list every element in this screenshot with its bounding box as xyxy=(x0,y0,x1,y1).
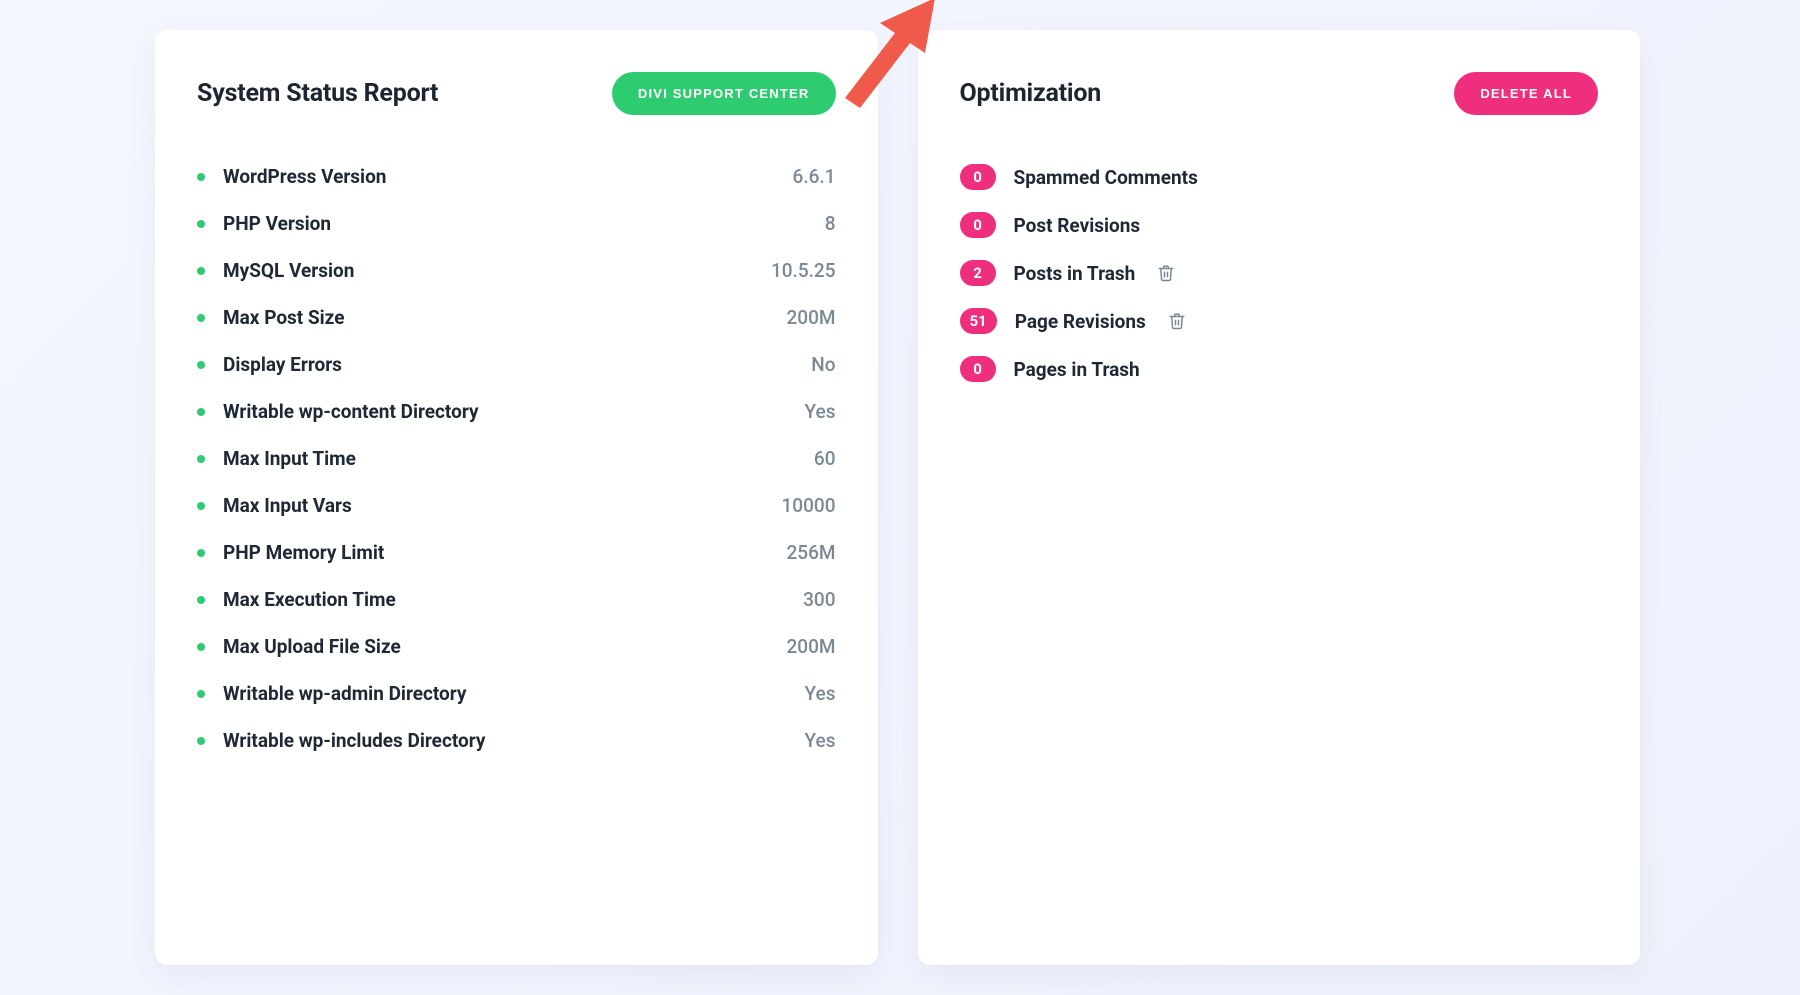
status-dot-icon xyxy=(197,314,205,322)
status-value: 10.5.25 xyxy=(771,259,836,282)
status-row: Max Post Size 200M xyxy=(197,294,836,341)
status-value: Yes xyxy=(805,682,836,705)
status-label: Display Errors xyxy=(223,353,811,376)
count-badge: 0 xyxy=(960,164,996,190)
status-value: 200M xyxy=(786,306,835,329)
status-row: Writable wp-content Directory Yes xyxy=(197,388,836,435)
status-row: Max Execution Time 300 xyxy=(197,576,836,623)
status-value: 10000 xyxy=(782,494,836,517)
status-label: Max Post Size xyxy=(223,306,786,329)
status-label: Max Upload File Size xyxy=(223,635,786,658)
count-badge: 0 xyxy=(960,356,996,382)
status-value: Yes xyxy=(805,729,836,752)
optimization-panel: Optimization Delete All 0 Spammed Commen… xyxy=(918,30,1641,965)
status-value: 300 xyxy=(803,588,835,611)
status-dot-icon xyxy=(197,408,205,416)
status-dot-icon xyxy=(197,690,205,698)
system-status-title: System Status Report xyxy=(197,79,438,108)
status-row: MySQL Version 10.5.25 xyxy=(197,247,836,294)
optimization-row: 0 Post Revisions xyxy=(960,201,1599,249)
status-row: PHP Version 8 xyxy=(197,200,836,247)
divi-support-center-button[interactable]: Divi Support Center xyxy=(612,72,836,115)
count-badge: 2 xyxy=(960,260,996,286)
status-label: Max Execution Time xyxy=(223,588,803,611)
status-label: Writable wp-content Directory xyxy=(223,400,805,423)
panel-header: Optimization Delete All xyxy=(960,72,1599,115)
optimization-title: Optimization xyxy=(960,79,1102,108)
panel-header: System Status Report Divi Support Center xyxy=(197,72,836,115)
status-value: 8 xyxy=(825,212,836,235)
status-row: Max Upload File Size 200M xyxy=(197,623,836,670)
status-dot-icon xyxy=(197,549,205,557)
status-label: WordPress Version xyxy=(223,165,793,188)
status-row: Display Errors No xyxy=(197,341,836,388)
count-badge: 0 xyxy=(960,212,996,238)
trash-icon[interactable] xyxy=(1164,308,1190,334)
status-value: Yes xyxy=(805,400,836,423)
optimization-label: Spammed Comments xyxy=(1014,166,1198,189)
optimization-label: Posts in Trash xyxy=(1014,262,1136,285)
status-label: MySQL Version xyxy=(223,259,771,282)
status-dot-icon xyxy=(197,502,205,510)
status-row: PHP Memory Limit 256M xyxy=(197,529,836,576)
optimization-row: 0 Pages in Trash xyxy=(960,345,1599,393)
optimization-label: Post Revisions xyxy=(1014,214,1141,237)
status-dot-icon xyxy=(197,267,205,275)
status-label: Max Input Time xyxy=(223,447,814,470)
status-dot-icon xyxy=(197,361,205,369)
status-row: Max Input Vars 10000 xyxy=(197,482,836,529)
status-label: PHP Version xyxy=(223,212,825,235)
status-row: WordPress Version 6.6.1 xyxy=(197,153,836,200)
status-value: 200M xyxy=(786,635,835,658)
system-status-panel: System Status Report Divi Support Center… xyxy=(155,30,878,965)
status-value: 60 xyxy=(814,447,836,470)
status-value: 6.6.1 xyxy=(793,165,836,188)
status-dot-icon xyxy=(197,643,205,651)
count-badge: 51 xyxy=(960,308,997,334)
optimization-row: 51 Page Revisions xyxy=(960,297,1599,345)
status-value: 256M xyxy=(786,541,835,564)
status-label: PHP Memory Limit xyxy=(223,541,786,564)
optimization-row: 2 Posts in Trash xyxy=(960,249,1599,297)
status-label: Writable wp-includes Directory xyxy=(223,729,805,752)
optimization-label: Page Revisions xyxy=(1015,310,1146,333)
status-row: Writable wp-includes Directory Yes xyxy=(197,717,836,764)
status-dot-icon xyxy=(197,173,205,181)
optimization-row: 0 Spammed Comments xyxy=(960,153,1599,201)
delete-all-button[interactable]: Delete All xyxy=(1454,72,1598,115)
status-dot-icon xyxy=(197,737,205,745)
trash-icon[interactable] xyxy=(1153,260,1179,286)
status-label: Writable wp-admin Directory xyxy=(223,682,805,705)
status-list: WordPress Version 6.6.1 PHP Version 8 My… xyxy=(197,153,836,764)
status-dot-icon xyxy=(197,220,205,228)
status-row: Writable wp-admin Directory Yes xyxy=(197,670,836,717)
status-value: No xyxy=(811,353,835,376)
status-row: Max Input Time 60 xyxy=(197,435,836,482)
status-dot-icon xyxy=(197,596,205,604)
optimization-list: 0 Spammed Comments 0 Post Revisions 2 Po… xyxy=(960,153,1599,393)
status-label: Max Input Vars xyxy=(223,494,782,517)
status-dot-icon xyxy=(197,455,205,463)
optimization-label: Pages in Trash xyxy=(1014,358,1140,381)
